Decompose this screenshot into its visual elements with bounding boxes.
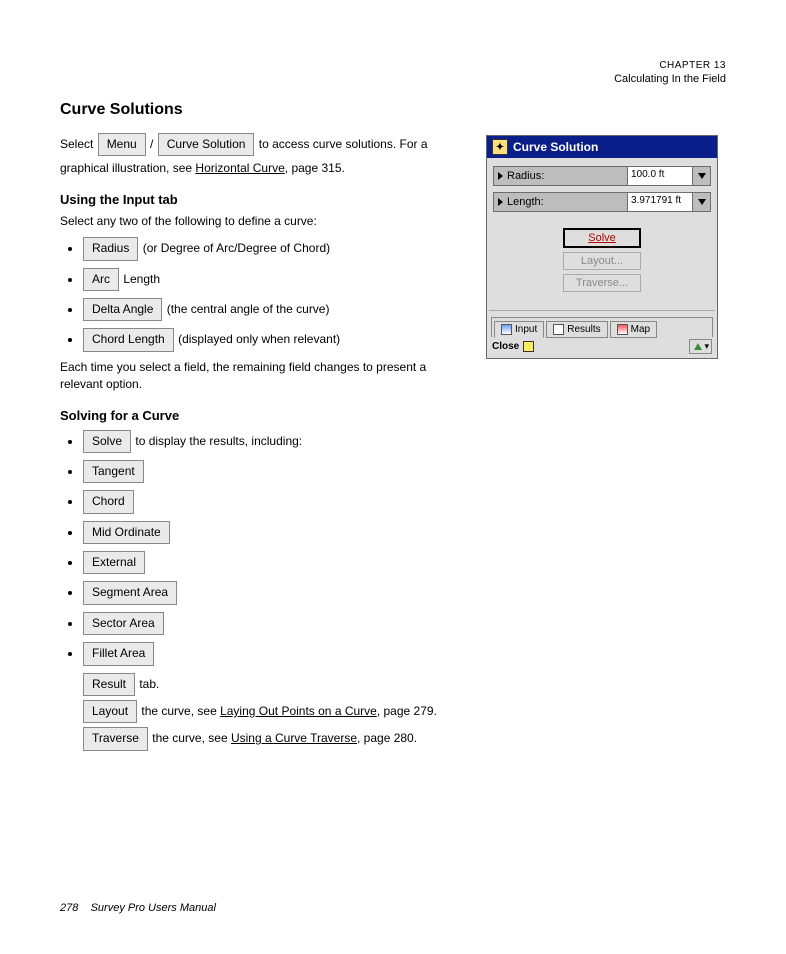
horizontal-curve-link[interactable]: Horizontal Curve — [195, 161, 284, 175]
dialog-titlebar: ✦ Curve Solution — [487, 136, 717, 158]
menu-button[interactable]: Menu — [98, 133, 146, 156]
dialog-statusbar: Close ▾ — [487, 337, 717, 358]
close-control[interactable]: Close — [492, 341, 534, 352]
divider — [489, 310, 715, 311]
tangent-button[interactable]: Tangent — [83, 460, 144, 483]
radius-field-button[interactable]: Radius: — [493, 166, 627, 186]
dialog-traverse-button[interactable]: Traverse... — [563, 274, 641, 292]
length-value[interactable]: 3.971791 ft — [627, 192, 693, 212]
map-icon — [617, 324, 628, 335]
intro-line-1: Select Menu / Curve Solution to access c… — [60, 133, 468, 156]
page-number: 278 — [60, 902, 78, 914]
radius-value[interactable]: 100.0 ft — [627, 166, 693, 186]
list-item: Arc Length — [82, 268, 468, 291]
triangle-up-icon — [694, 343, 702, 350]
fillet-area-button[interactable]: Fillet Area — [83, 642, 154, 665]
delta-button[interactable]: Delta Angle — [83, 298, 162, 321]
result-tab-button[interactable]: Result — [83, 673, 135, 696]
laying-out-link[interactable]: Laying Out Points on a Curve — [220, 704, 377, 718]
intro-line-2: graphical illustration, see Horizontal C… — [60, 160, 468, 177]
external-button[interactable]: External — [83, 551, 145, 574]
list-item: Chord Length (displayed only when releva… — [82, 328, 468, 351]
list-item: Solve to display the results, including: — [82, 430, 468, 453]
chevron-right-icon — [498, 198, 503, 206]
dialog-layout-button[interactable]: Layout... — [563, 252, 641, 270]
close-icon — [523, 341, 534, 352]
chapter-title: Calculating In the Field — [60, 73, 726, 85]
length-field-button[interactable]: Length: — [493, 192, 627, 212]
radius-dropdown[interactable] — [693, 166, 711, 186]
results-icon — [553, 324, 564, 335]
list-item: External — [82, 551, 468, 574]
footer-left: 278 Survey Pro Users Manual — [60, 902, 216, 914]
footer-title: Survey Pro Users Manual — [91, 902, 216, 914]
tab-map[interactable]: Map — [610, 321, 657, 338]
list-item: Radius (or Degree of Arc/Degree of Chord… — [82, 237, 468, 260]
sector-area-button[interactable]: Sector Area — [83, 612, 164, 635]
section-solving: Solving for a Curve — [60, 408, 468, 423]
dialog-title-text: Curve Solution — [513, 140, 598, 154]
dialog-solve-button[interactable]: Solve — [563, 228, 641, 248]
list-item: Fillet Area — [82, 642, 468, 665]
list-item: Delta Angle (the central angle of the cu… — [82, 298, 468, 321]
input-icon — [501, 324, 512, 335]
input-note: Each time you select a field, the remain… — [60, 359, 468, 394]
curve-solution-button[interactable]: Curve Solution — [158, 133, 255, 156]
length-row: Length: 3.971791 ft — [493, 192, 711, 212]
page-title: Curve Solutions — [60, 101, 726, 119]
section-using-input: Using the Input tab — [60, 192, 468, 207]
mid-ordinate-button[interactable]: Mid Ordinate — [83, 521, 170, 544]
status-indicator[interactable]: ▾ — [689, 339, 712, 354]
curve-traverse-link[interactable]: Using a Curve Traverse — [231, 731, 357, 745]
app-icon: ✦ — [492, 139, 508, 155]
chevron-down-icon — [698, 173, 706, 179]
arc-button[interactable]: Arc — [83, 268, 119, 291]
result-tab-row: Result tab. — [82, 673, 468, 696]
chord-button[interactable]: Chord Length — [83, 328, 174, 351]
tab-input[interactable]: Input — [494, 321, 544, 338]
dialog-tabbar: Input Results Map — [491, 317, 713, 337]
list-item: Mid Ordinate — [82, 521, 468, 544]
list-item: Tangent — [82, 460, 468, 483]
solve-button[interactable]: Solve — [83, 430, 131, 453]
chord-result-button[interactable]: Chord — [83, 490, 134, 513]
curve-solution-dialog: ✦ Curve Solution Radius: 100.0 ft Length… — [486, 135, 718, 359]
chevron-right-icon — [498, 172, 503, 180]
length-dropdown[interactable] — [693, 192, 711, 212]
traverse-button[interactable]: Traverse — [83, 727, 148, 750]
segment-area-button[interactable]: Segment Area — [83, 581, 177, 604]
list-item: Sector Area — [82, 612, 468, 635]
chapter-label: CHAPTER 13 — [60, 60, 726, 71]
radius-button[interactable]: Radius — [83, 237, 138, 260]
layout-button[interactable]: Layout — [83, 700, 137, 723]
page-header: CHAPTER 13 Calculating In the Field — [60, 60, 726, 85]
list-item: Segment Area — [82, 581, 468, 604]
traverse-row: Traverse the curve, see Using a Curve Tr… — [82, 727, 468, 750]
radius-row: Radius: 100.0 ft — [493, 166, 711, 186]
layout-row: Layout the curve, see Laying Out Points … — [82, 700, 468, 723]
tab-results[interactable]: Results — [546, 321, 607, 338]
chevron-down-icon — [698, 199, 706, 205]
list-item: Chord — [82, 490, 468, 513]
input-intro: Select any two of the following to defin… — [60, 213, 468, 230]
